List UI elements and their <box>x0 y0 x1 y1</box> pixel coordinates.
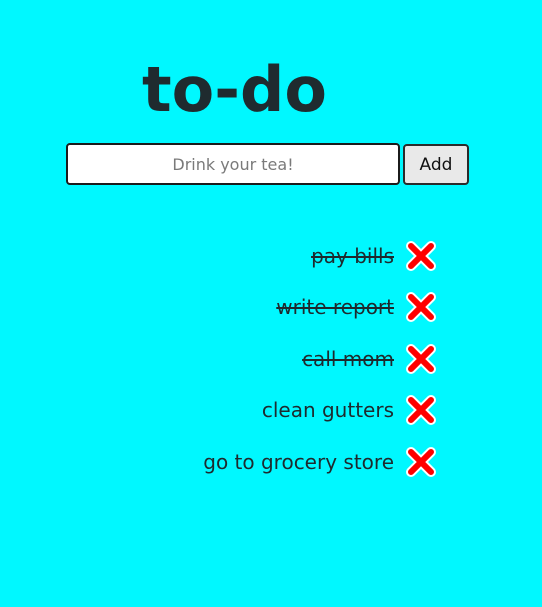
close-x-icon <box>406 292 436 323</box>
todo-item: go to grocery store <box>203 436 438 488</box>
todo-item: clean gutters <box>203 385 438 437</box>
todo-label[interactable]: clean gutters <box>262 398 394 422</box>
todo-label[interactable]: write report <box>276 295 394 319</box>
todo-item: call mom <box>203 333 438 385</box>
close-x-icon <box>406 446 436 477</box>
delete-button[interactable] <box>404 445 438 479</box>
close-x-icon <box>406 395 436 426</box>
delete-button[interactable] <box>404 239 438 273</box>
todo-list: pay bills write report call mom clean gu… <box>203 230 438 488</box>
delete-button[interactable] <box>404 342 438 376</box>
delete-button[interactable] <box>404 290 438 324</box>
todo-label[interactable]: pay bills <box>311 244 394 268</box>
delete-button[interactable] <box>404 393 438 427</box>
close-x-icon <box>406 240 436 271</box>
app-title: to-do <box>142 53 327 126</box>
todo-label[interactable]: go to grocery store <box>203 450 394 474</box>
close-x-icon <box>406 343 436 374</box>
todo-label[interactable]: call mom <box>302 347 394 371</box>
add-button[interactable]: Add <box>403 144 469 185</box>
todo-item: pay bills <box>203 230 438 282</box>
todo-item: write report <box>203 282 438 334</box>
new-task-input[interactable] <box>66 143 400 185</box>
